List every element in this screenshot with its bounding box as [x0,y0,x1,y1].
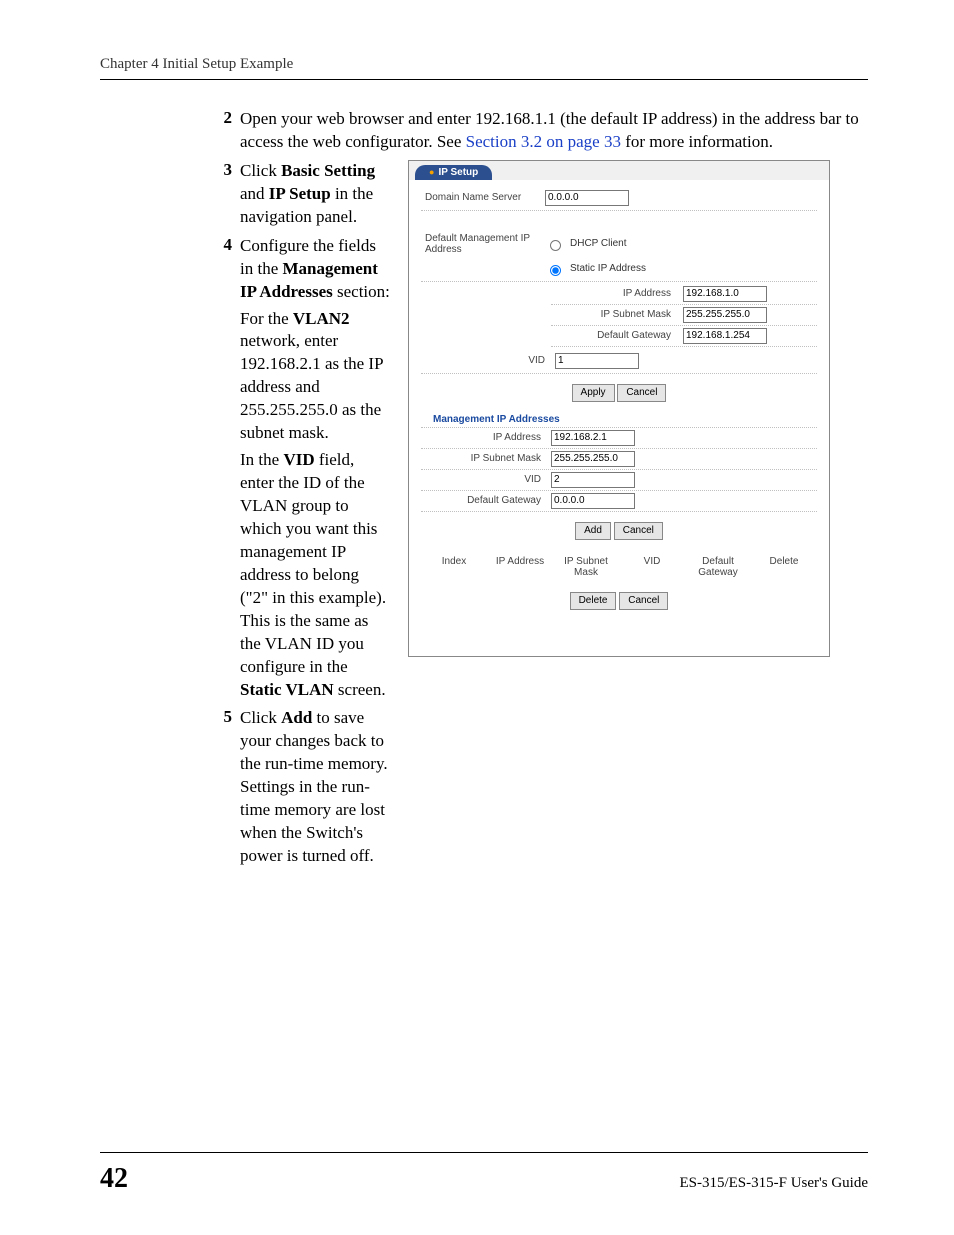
step-text: Click Add to save your changes back to t… [240,707,390,868]
mgmt-ip-title: Management IP Addresses [421,408,817,428]
mgmt-ip-label: IP Address [421,432,551,443]
mgmt-table-header: Index IP Address IP Subnet Mask VID Defa… [409,546,829,582]
page-footer: 42 ES-315/ES-315-F User's Guide [100,1152,868,1195]
ip-address-input[interactable] [683,286,767,302]
static-radio[interactable] [550,265,561,276]
dhcp-label: DHCP Client [570,238,627,249]
delete-button[interactable]: Delete [570,592,617,610]
tab-ip-setup[interactable]: IP Setup [415,165,492,180]
guide-title: ES-315/ES-315-F User's Guide [679,1175,868,1192]
text: to save your changes back to the run-tim… [240,708,388,865]
tab-bar: IP Setup [409,161,829,180]
mgmt-mask-input[interactable] [551,451,635,467]
static-mask-row: IP Subnet Mask [551,305,817,326]
step-number: 5 [208,707,240,727]
add-cancel-row: Add Cancel [409,512,829,546]
mgmt-gw-input[interactable] [551,493,635,509]
text: and [240,184,269,203]
mgmt-ip-input[interactable] [551,430,635,446]
static-gw-row: Default Gateway [551,326,817,347]
page-number: 42 [100,1163,128,1195]
ip-setup-screenshot: IP Setup Domain Name Server Default Mana… [408,160,830,657]
text: screen. [334,680,386,699]
cross-reference-link[interactable]: Section 3.2 on page 33 [466,132,621,151]
mgmt-vid-label: VID [421,474,551,485]
step-text: Configure the fields in the Management I… [240,235,390,304]
bold: Static VLAN [240,680,334,699]
ip-address-label: IP Address [551,288,683,299]
step-4-para2: In the VID field, enter the ID of the VL… [240,449,390,701]
default-mgmt-label: Default Management IP Address [421,233,545,255]
col-mask: IP Subnet Mask [553,556,619,578]
mgmt-vid-input[interactable] [551,472,635,488]
dhcp-radio[interactable] [550,240,561,251]
step-text: Click Basic Setting and IP Setup in the … [240,160,390,229]
mgmt-mask-row: IP Subnet Mask [421,449,817,470]
col-vid: VID [619,556,685,578]
subnet-mask-input[interactable] [683,307,767,323]
col-index: Index [421,556,487,578]
cancel-button[interactable]: Cancel [617,384,666,402]
add-button[interactable]: Add [575,522,611,540]
bold: Basic Setting [281,161,375,180]
step-number: 3 [208,160,240,180]
col-gateway: Default Gateway [685,556,751,578]
step-text: Open your web browser and enter 192.168.… [240,108,868,154]
running-header: Chapter 4 Initial Setup Example [100,56,868,73]
col-ip: IP Address [487,556,553,578]
step-number: 4 [208,235,240,255]
step-4-para1: For the VLAN2 network, enter 192.168.2.1… [240,308,390,446]
mgmt-mask-label: IP Subnet Mask [421,453,551,464]
bold: IP Setup [269,184,331,203]
cancel-button-3[interactable]: Cancel [619,592,668,610]
apply-button[interactable]: Apply [572,384,615,402]
default-mgmt-row: Default Management IP Address DHCP Clien… [421,231,817,257]
gateway-label: Default Gateway [551,330,683,341]
mgmt-gw-row: Default Gateway [421,491,817,512]
static-radio-row: Static IP Address [421,257,817,282]
step-3: 3 Click Basic Setting and IP Setup in th… [208,160,390,229]
text: section: [333,282,390,301]
text: Click [240,708,281,727]
step-2: 2 Open your web browser and enter 192.16… [208,108,868,154]
header-rule [100,79,868,80]
bold: Add [281,708,312,727]
subnet-mask-label: IP Subnet Mask [551,309,683,320]
step-5: 5 Click Add to save your changes back to… [208,707,390,868]
text: network, enter 192.168.2.1 as the IP add… [240,331,383,442]
apply-cancel-row: Apply Cancel [409,374,829,408]
text: for more information. [625,132,773,151]
vid-row: VID [421,349,817,374]
dns-input[interactable] [545,190,629,206]
delete-cancel-row: Delete Cancel [409,582,829,616]
static-label: Static IP Address [570,263,646,274]
step-4: 4 Configure the fields in the Management… [208,235,390,304]
mgmt-ip-row: IP Address [421,428,817,449]
bold: VLAN2 [293,309,350,328]
dns-label: Domain Name Server [421,192,545,203]
text: In the [240,450,283,469]
step-number: 2 [208,108,240,128]
vid-label: VID [421,355,555,366]
text: Click [240,161,281,180]
text: For the [240,309,293,328]
static-ip-row: IP Address [551,284,817,305]
cancel-button-2[interactable]: Cancel [614,522,663,540]
col-delete: Delete [751,556,817,578]
text: field, enter the ID of the VLAN group to… [240,450,386,675]
gateway-input[interactable] [683,328,767,344]
vid-input[interactable] [555,353,639,369]
mgmt-gw-label: Default Gateway [421,495,551,506]
dns-row: Domain Name Server [421,186,817,211]
bold: VID [283,450,314,469]
mgmt-vid-row: VID [421,470,817,491]
